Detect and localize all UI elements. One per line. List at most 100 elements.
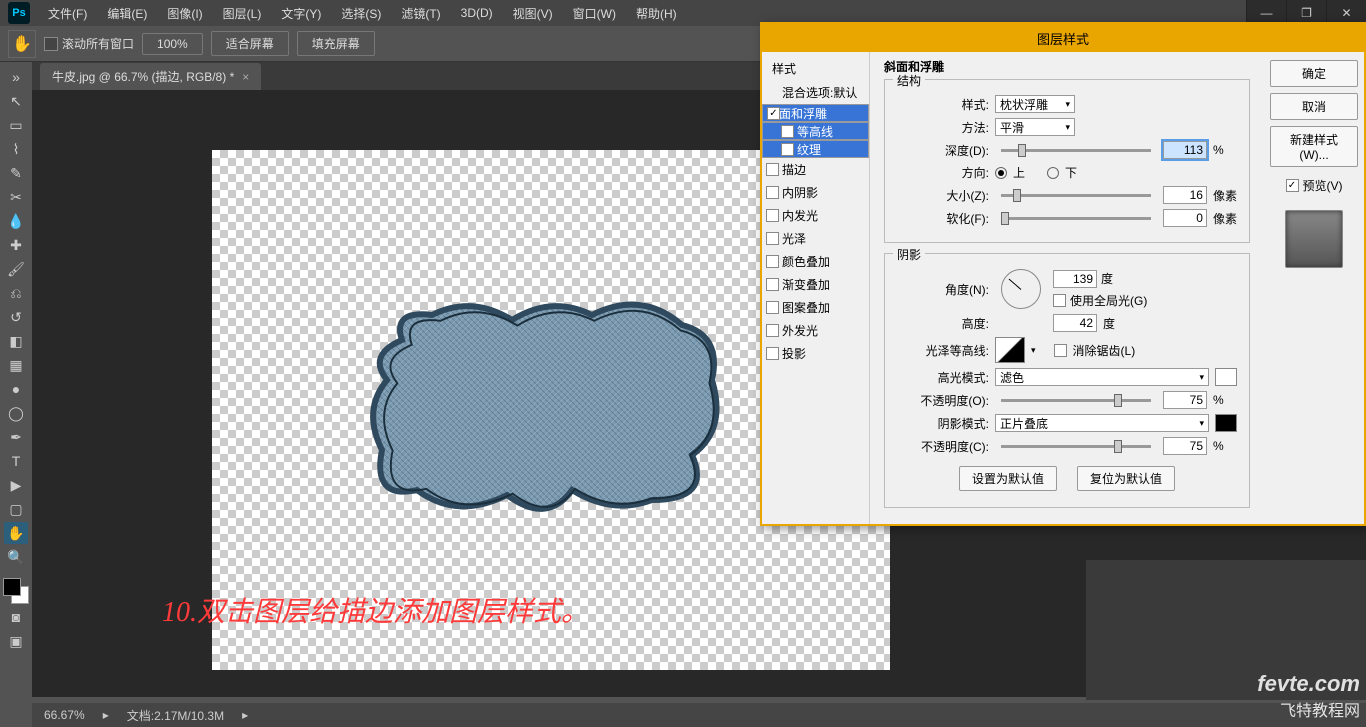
foreground-color-swatch[interactable]	[3, 578, 21, 596]
soften-slider[interactable]	[1001, 217, 1151, 220]
style-bevel-emboss[interactable]: 斜面和浮雕	[762, 104, 869, 122]
checkbox-icon[interactable]	[766, 347, 779, 360]
style-inner-glow[interactable]: 内发光	[762, 204, 869, 227]
brush-tool[interactable]: 🖌	[4, 258, 28, 280]
move-tool[interactable]: ↖	[4, 90, 28, 112]
blur-tool[interactable]: ●	[4, 378, 28, 400]
screen-mode-toggle[interactable]: ▣	[4, 630, 28, 652]
highlight-mode-select[interactable]: 滤色▾	[995, 368, 1209, 386]
zoom-readout[interactable]: 66.67%	[44, 708, 85, 722]
shadow-opacity-slider[interactable]	[1001, 445, 1151, 448]
checkbox-icon[interactable]	[766, 278, 779, 291]
menu-layer[interactable]: 图层(L)	[213, 5, 272, 22]
checkbox-icon[interactable]	[766, 209, 779, 222]
checkbox-icon[interactable]	[766, 301, 779, 314]
ok-button[interactable]: 确定	[1270, 60, 1358, 87]
chevron-down-icon[interactable]: ▾	[1031, 345, 1036, 356]
style-satin[interactable]: 光泽	[762, 227, 869, 250]
checkbox-icon[interactable]	[766, 232, 779, 245]
size-slider[interactable]	[1001, 194, 1151, 197]
history-brush-tool[interactable]: ↺	[4, 306, 28, 328]
menu-select[interactable]: 选择(S)	[331, 5, 391, 22]
direction-up-radio[interactable]	[995, 167, 1007, 179]
checkbox-icon[interactable]	[766, 324, 779, 337]
checkbox-icon[interactable]	[766, 163, 779, 176]
altitude-input[interactable]: 42	[1053, 314, 1097, 332]
global-light-checkbox[interactable]	[1053, 294, 1066, 307]
angle-dial[interactable]	[1001, 269, 1041, 309]
gloss-contour-picker[interactable]	[995, 337, 1025, 363]
zoom-tool[interactable]: 🔍	[4, 546, 28, 568]
make-default-button[interactable]: 设置为默认值	[959, 466, 1057, 491]
expand-icon[interactable]: »	[4, 66, 28, 88]
size-input[interactable]: 16	[1163, 186, 1207, 204]
menu-edit[interactable]: 编辑(E)	[97, 5, 157, 22]
blending-options-item[interactable]: 混合选项:默认	[762, 81, 869, 104]
checkbox-icon[interactable]	[767, 107, 780, 120]
style-color-overlay[interactable]: 颜色叠加	[762, 250, 869, 273]
shadow-mode-select[interactable]: 正片叠底▾	[995, 414, 1209, 432]
highlight-color-swatch[interactable]	[1215, 368, 1237, 386]
rectangle-tool[interactable]: ▢	[4, 498, 28, 520]
eraser-tool[interactable]: ◧	[4, 330, 28, 352]
document-tab[interactable]: 牛皮.jpg @ 66.7% (描边, RGB/8) * ×	[40, 63, 261, 90]
checkbox-icon[interactable]	[766, 186, 779, 199]
shadow-opacity-input[interactable]: 75	[1163, 437, 1207, 455]
menu-window[interactable]: 窗口(W)	[563, 5, 626, 22]
path-select-tool[interactable]: ▶	[4, 474, 28, 496]
style-stroke[interactable]: 描边	[762, 158, 869, 181]
checkbox-icon[interactable]	[766, 255, 779, 268]
quick-select-tool[interactable]: ✎	[4, 162, 28, 184]
method-select[interactable]: 平滑▾	[995, 118, 1075, 136]
depth-input[interactable]: 113	[1163, 141, 1207, 159]
menu-type[interactable]: 文字(Y)	[271, 5, 331, 22]
pen-tool[interactable]: ✒	[4, 426, 28, 448]
menu-image[interactable]: 图像(I)	[157, 5, 212, 22]
close-tab-icon[interactable]: ×	[242, 70, 249, 84]
zoom-100-button[interactable]: 100%	[142, 33, 203, 55]
quick-mask-toggle[interactable]: ◙	[4, 606, 28, 628]
new-style-button[interactable]: 新建样式(W)...	[1270, 126, 1358, 167]
style-inner-shadow[interactable]: 内阴影	[762, 181, 869, 204]
gradient-tool[interactable]: ▦	[4, 354, 28, 376]
direction-down-radio[interactable]	[1047, 167, 1059, 179]
hand-tool[interactable]: ✋	[4, 522, 28, 544]
menu-help[interactable]: 帮助(H)	[626, 5, 687, 22]
eyedropper-tool[interactable]: 💧	[4, 210, 28, 232]
menu-3d[interactable]: 3D(D)	[451, 6, 503, 20]
styles-header[interactable]: 样式	[762, 56, 869, 81]
cancel-button[interactable]: 取消	[1270, 93, 1358, 120]
menu-view[interactable]: 视图(V)	[503, 5, 563, 22]
soften-input[interactable]: 0	[1163, 209, 1207, 227]
highlight-opacity-slider[interactable]	[1001, 399, 1151, 402]
angle-input[interactable]: 139	[1053, 270, 1097, 288]
lasso-tool[interactable]: ⌇	[4, 138, 28, 160]
depth-slider[interactable]	[1001, 149, 1151, 152]
arrow-icon[interactable]: ▸	[242, 708, 248, 722]
style-gradient-overlay[interactable]: 渐变叠加	[762, 273, 869, 296]
preview-checkbox[interactable]: 预览(V)	[1270, 177, 1358, 194]
reset-default-button[interactable]: 复位为默认值	[1077, 466, 1175, 491]
checkbox-icon[interactable]	[781, 125, 794, 138]
antialias-checkbox[interactable]	[1054, 344, 1067, 357]
marquee-tool[interactable]: ▭	[4, 114, 28, 136]
doc-size-readout[interactable]: 文档:2.17M/10.3M	[127, 707, 224, 724]
fit-screen-button[interactable]: 适合屏幕	[211, 31, 289, 56]
highlight-opacity-input[interactable]: 75	[1163, 391, 1207, 409]
style-texture[interactable]: 纹理	[762, 140, 869, 158]
style-drop-shadow[interactable]: 投影	[762, 342, 869, 365]
color-swatches[interactable]	[3, 578, 29, 604]
style-pattern-overlay[interactable]: 图案叠加	[762, 296, 869, 319]
scroll-all-windows-check[interactable]: 滚动所有窗口	[44, 35, 134, 52]
menu-file[interactable]: 文件(F)	[38, 5, 97, 22]
style-contour[interactable]: 等高线	[762, 122, 869, 140]
crop-tool[interactable]: ✂	[4, 186, 28, 208]
type-tool[interactable]: T	[4, 450, 28, 472]
dodge-tool[interactable]: ◯	[4, 402, 28, 424]
clone-stamp-tool[interactable]: ⎌	[4, 282, 28, 304]
checkbox-icon[interactable]	[781, 143, 794, 156]
menu-filter[interactable]: 滤镜(T)	[391, 5, 450, 22]
arrow-icon[interactable]: ▸	[103, 708, 109, 722]
style-select[interactable]: 枕状浮雕▾	[995, 95, 1075, 113]
fill-screen-button[interactable]: 填充屏幕	[297, 31, 375, 56]
